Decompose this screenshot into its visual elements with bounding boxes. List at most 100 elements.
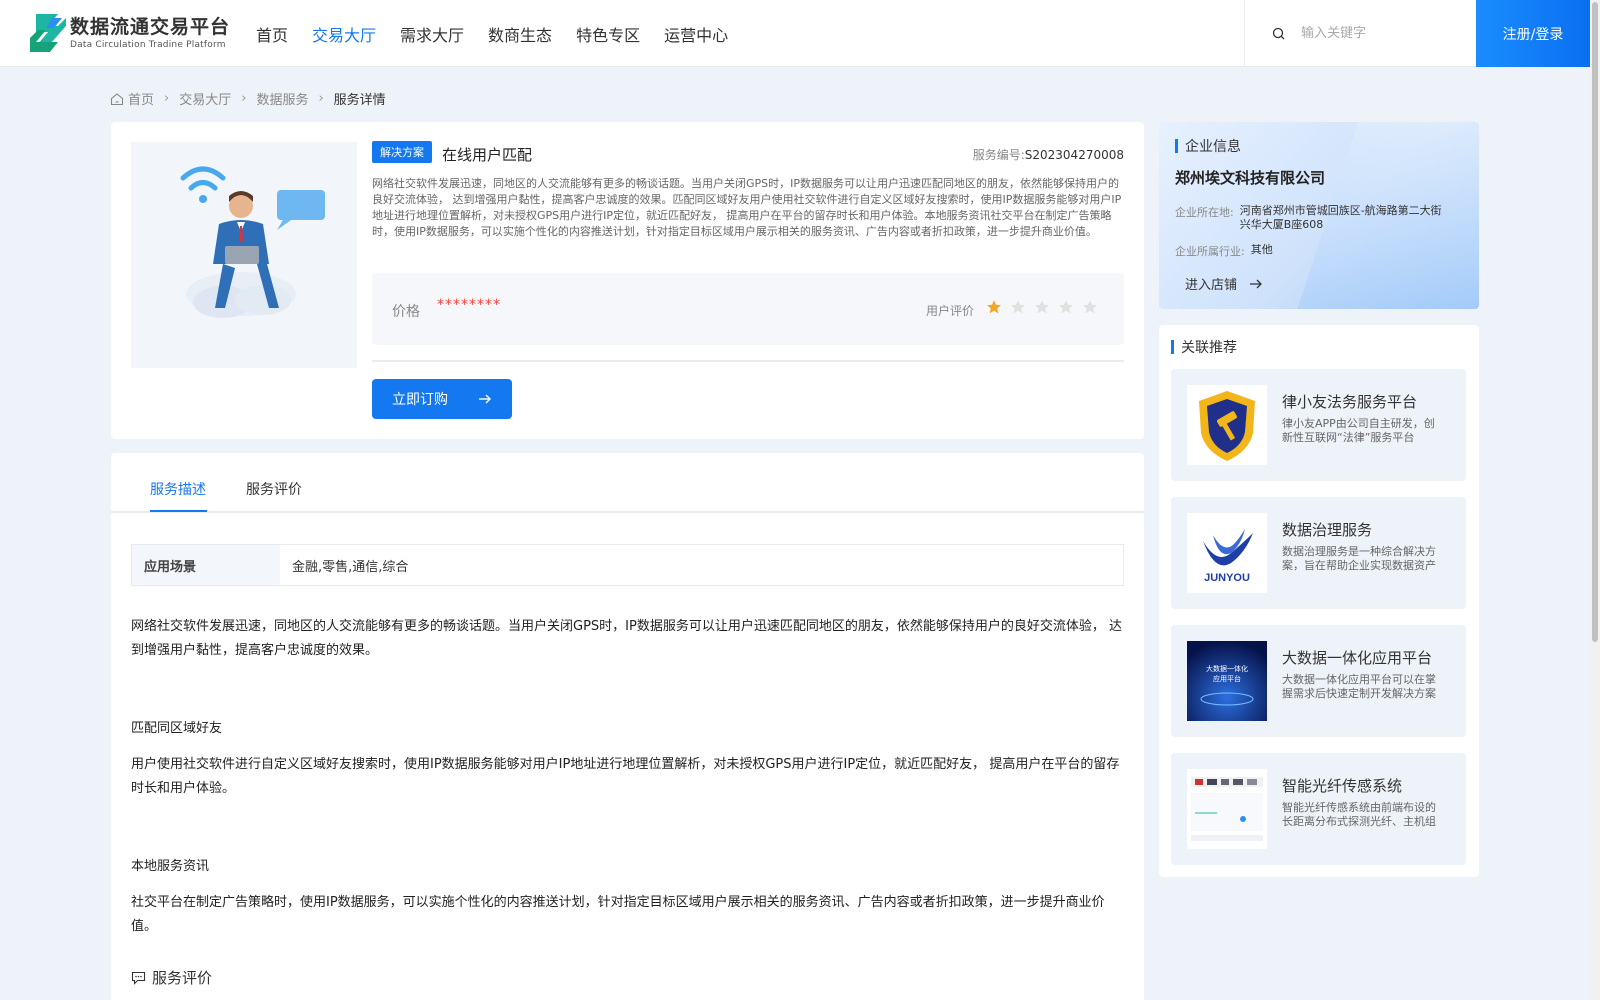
detail-card: 服务描述 服务评价 应用场景 金融,零售,通信,综合 网络社交软件发展迅速，同地… [111, 453, 1144, 1000]
related-item-image: 大数据一体化 应用平台 [1187, 641, 1267, 721]
arrow-right-icon [1250, 279, 1262, 288]
main-nav: 首页 交易大厅 需求大厅 数商生态 特色专区 运营中心 [256, 0, 752, 67]
company-info-card: 企业信息 郑州埃文科技有限公司 企业所在地: 河南省郑州市管城回族区-航海路第二… [1159, 122, 1479, 309]
company-location-value: 河南省郑州市管城回族区-航海路第二大街兴华大厦B座608 [1239, 204, 1442, 231]
site-logo[interactable]: 数据流通交易平台 Data Circulation Tradine Platfo… [28, 12, 230, 54]
description-paragraph-2: 用户使用社交软件进行自定义区域好友搜索时，使用IP数据服务能够对用户IP地址进行… [131, 757, 1120, 796]
home-icon [110, 92, 124, 105]
rating-label: 用户评价 [926, 304, 975, 318]
related-item[interactable]: 大数据一体化 应用平台 大数据一体化应用平台 大数据一体化应用平台可以在掌握需求… [1171, 625, 1466, 737]
arrow-right-icon [479, 394, 491, 404]
top-header: 数据流通交易平台 Data Circulation Tradine Platfo… [0, 0, 1590, 67]
breadcrumb-trading-hall[interactable]: 交易大厅 [179, 89, 231, 108]
company-section-header: 企业信息 [1175, 136, 1241, 156]
description-paragraph-1: 网络社交软件发展迅速，同地区的人交流能够有更多的畅谈话题。当用户关闭GPS时，I… [131, 619, 1122, 658]
star-icon[interactable] [1082, 299, 1098, 315]
order-now-button[interactable]: 立即订购 [372, 379, 512, 419]
nav-home[interactable]: 首页 [256, 22, 288, 46]
order-now-label: 立即订购 [392, 392, 448, 408]
description-heading-2: 匹配同区域好友 [131, 721, 223, 736]
description-paragraph-3: 社交平台在制定广告策略时，使用IP数据服务，可以实施个性化的内容推送计划，针对指… [131, 895, 1105, 934]
related-item-desc: 大数据一体化应用平台可以在掌握需求后快速定制开发解决方案 [1282, 673, 1436, 700]
related-item-image: JUNYOU [1187, 513, 1267, 593]
breadcrumb-data-service[interactable]: 数据服务 [256, 89, 308, 108]
product-card: 解决方案 在线用户匹配 服务编号:S202304270008 网络社交软件发展迅… [111, 122, 1144, 439]
active-tab-indicator [150, 510, 207, 512]
related-item-title: 大数据一体化应用平台 [1282, 649, 1433, 667]
divider [372, 360, 1124, 362]
related-item-image [1187, 769, 1267, 849]
nav-ecosystem[interactable]: 数商生态 [488, 22, 552, 46]
image-caption-line2: 应用平台 [1213, 674, 1241, 683]
logo-mark-icon [28, 12, 68, 54]
tab-service-description[interactable]: 服务描述 [150, 479, 206, 499]
search-icon[interactable] [1271, 26, 1287, 42]
related-item-image [1187, 385, 1267, 465]
company-location-label: 企业所在地: [1175, 206, 1234, 219]
price-value: ******** [437, 297, 501, 313]
star-rating[interactable] [986, 299, 1106, 315]
review-section-header: 服务评价 [131, 967, 212, 988]
price-box: 价格 ******** 用户评价 [372, 273, 1124, 345]
solution-tag: 解决方案 [372, 141, 432, 163]
scene-value: 金融,零售,通信,综合 [292, 559, 409, 575]
page-scrollbar-thumb[interactable] [1592, 2, 1598, 642]
logo-title: 数据流通交易平台 [70, 16, 231, 38]
company-location-row: 企业所在地: 河南省郑州市管城回族区-航海路第二大街兴华大厦B座608 [1175, 204, 1450, 232]
related-section-title: 关联推荐 [1181, 340, 1237, 356]
login-register-button[interactable]: 注册/登录 [1476, 0, 1590, 67]
product-image [131, 142, 357, 368]
related-item-title: 律小友法务服务平台 [1282, 393, 1418, 411]
related-item-title: 智能光纤传感系统 [1282, 777, 1403, 795]
detail-tabs: 服务描述 服务评价 [111, 453, 1144, 513]
service-number-value: S202304270008 [1024, 148, 1124, 162]
chevron-right-icon: › [241, 91, 247, 106]
related-item-desc: 数据治理服务是一种综合解决方案，旨在帮助企业实现数据资产管理 [1282, 545, 1436, 572]
company-section-title: 企业信息 [1185, 139, 1241, 155]
service-number-label: 服务编号: [972, 148, 1025, 162]
company-industry-value: 其他 [1250, 243, 1273, 256]
search-box [1244, 0, 1476, 67]
enter-shop-label: 进入店铺 [1185, 278, 1238, 293]
section-bar [1171, 340, 1174, 354]
enter-shop-link[interactable]: 进入店铺 [1185, 274, 1263, 293]
related-item[interactable]: 智能光纤传感系统 智能光纤传感系统由前端布设的长距离分布式探测光纤、主机组成 [1171, 753, 1466, 865]
nav-demand-hall[interactable]: 需求大厅 [400, 22, 464, 46]
star-icon[interactable] [1034, 299, 1050, 315]
nav-operation-center[interactable]: 运营中心 [664, 22, 728, 46]
junyou-logo-text: JUNYOU [1204, 572, 1250, 584]
price-label: 价格 [392, 304, 420, 320]
description-heading-3: 本地服务资讯 [131, 859, 210, 874]
related-section-header: 关联推荐 [1171, 337, 1237, 357]
related-item[interactable]: JUNYOU 数据治理服务 数据治理服务是一种综合解决方案，旨在帮助企业实现数据… [1171, 497, 1466, 609]
related-recommend-card: 关联推荐 律小友法务服务平台 律小友APP由公司自主研发，创新性互联网“法律”服… [1159, 325, 1479, 877]
breadcrumb: 首页 › 交易大厅 › 数据服务 › 服务详情 [110, 89, 386, 108]
breadcrumb-home-label: 首页 [128, 93, 155, 108]
star-icon[interactable] [1058, 299, 1074, 315]
related-item-desc: 智能光纤传感系统由前端布设的长距离分布式探测光纤、主机组成 [1282, 801, 1436, 828]
tab-service-review[interactable]: 服务评价 [246, 479, 302, 499]
related-item-desc: 律小友APP由公司自主研发，创新性互联网“法律”服务平台 [1282, 417, 1435, 444]
section-bar [1175, 139, 1178, 153]
star-icon[interactable] [986, 299, 1002, 315]
comment-icon [131, 971, 146, 985]
company-industry-label: 企业所属行业: [1175, 245, 1245, 258]
nav-special-zone[interactable]: 特色专区 [576, 22, 640, 46]
breadcrumb-home[interactable]: 首页 [110, 89, 154, 108]
star-icon[interactable] [1010, 299, 1026, 315]
search-input[interactable] [1301, 26, 1461, 41]
company-name: 郑州埃文科技有限公司 [1175, 169, 1326, 187]
chevron-right-icon: › [318, 91, 324, 106]
scene-label: 应用场景 [132, 545, 280, 585]
company-industry-row: 企业所属行业: 其他 [1175, 243, 1461, 259]
review-section-title: 服务评价 [152, 969, 213, 987]
product-title: 在线用户匹配 [442, 146, 533, 164]
chevron-right-icon: › [164, 91, 170, 106]
scene-table: 应用场景 金融,零售,通信,综合 [131, 544, 1124, 586]
nav-trading-hall[interactable]: 交易大厅 [312, 22, 376, 46]
breadcrumb-current: 服务详情 [333, 93, 386, 108]
service-number: 服务编号:S202304270008 [973, 146, 1124, 163]
related-item[interactable]: 律小友法务服务平台 律小友APP由公司自主研发，创新性互联网“法律”服务平台 [1171, 369, 1466, 481]
logo-subtitle: Data Circulation Tradine Platform [70, 40, 226, 50]
product-description: 网络社交软件发展迅速，同地区的人交流能够有更多的畅谈话题。当用户关闭GPS时，I… [372, 177, 1122, 238]
